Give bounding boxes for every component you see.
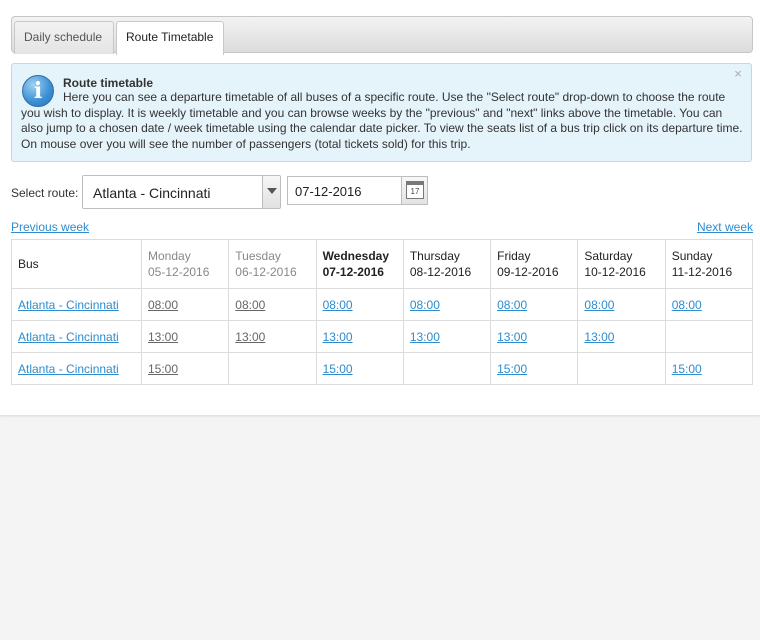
bus-cell: Atlanta - Cincinnati: [11, 288, 142, 321]
time-cell: 13:00: [315, 320, 404, 353]
departure-time-link[interactable]: 15:00: [672, 362, 702, 376]
time-cell: 13:00: [402, 320, 492, 353]
day-date: 07-12-2016: [322, 265, 384, 279]
day-name: Friday: [497, 249, 531, 263]
time-cell: 13:00: [140, 320, 230, 353]
day-date: 09-12-2016: [497, 265, 559, 279]
bus-cell: Atlanta - Cincinnati: [11, 352, 142, 385]
route-select-value: Atlanta - Cincinnati: [93, 185, 211, 201]
departure-time-link[interactable]: 08:00: [148, 298, 178, 312]
bus-route-link[interactable]: Atlanta - Cincinnati: [18, 362, 119, 376]
next-week-link[interactable]: Next week: [697, 220, 753, 234]
date-input-value: 07-12-2016: [295, 184, 362, 199]
departure-time-link[interactable]: 15:00: [148, 362, 178, 376]
departure-time-link[interactable]: 13:00: [584, 330, 614, 344]
previous-week-link[interactable]: Previous week: [11, 220, 89, 234]
day-name: Wednesday: [322, 249, 390, 263]
departure-time-link[interactable]: 08:00: [584, 298, 614, 312]
table-header-row: Bus Monday 05-12-2016 Tuesday 06-12-2016 Wed…: [11, 239, 754, 289]
time-cell: 13:00: [228, 320, 317, 353]
day-name: Sunday: [671, 249, 713, 263]
departure-time-link[interactable]: 08:00: [235, 298, 265, 312]
column-header-day: Thursday 08-12-2016: [402, 239, 492, 289]
bus-route-link[interactable]: Atlanta - Cincinnati: [18, 298, 119, 312]
departure-time-link[interactable]: 13:00: [235, 330, 265, 344]
departure-time-link[interactable]: 15:00: [323, 362, 353, 376]
column-header-day: Friday 09-12-2016: [490, 239, 579, 289]
time-cell: [228, 352, 317, 385]
time-cell: 15:00: [315, 352, 404, 385]
main-panel: Daily schedule Route Timetable i Route t…: [0, 0, 760, 416]
departure-time-link[interactable]: 08:00: [672, 298, 702, 312]
time-cell: 08:00: [315, 288, 404, 321]
time-cell: 15:00: [664, 352, 754, 385]
column-header-day: Tuesday 06-12-2016: [228, 239, 317, 289]
time-cell: 08:00: [140, 288, 230, 321]
timetable: Bus Monday 05-12-2016 Tuesday 06-12-2016 Wed…: [11, 239, 754, 385]
departure-time-link[interactable]: 13:00: [497, 330, 527, 344]
column-header-day: Wednesday 07-12-2016: [315, 239, 404, 289]
calendar-button[interactable]: 17: [401, 176, 428, 205]
info-title: Route timetable: [63, 76, 154, 90]
day-date: 10-12-2016: [584, 265, 646, 279]
time-cell: 15:00: [140, 352, 230, 385]
tab-bar: Daily schedule Route Timetable: [11, 16, 753, 55]
calendar-icon: 17: [406, 181, 424, 199]
time-cell: 08:00: [664, 288, 754, 321]
day-date: 08-12-2016: [409, 265, 472, 279]
column-header-day: Monday 05-12-2016: [140, 239, 230, 289]
time-cell: [402, 352, 492, 385]
route-select[interactable]: Atlanta - Cincinnati: [82, 175, 281, 209]
table-row: Atlanta - Cincinnati 15:00 15:00 15:00 15:00: [11, 352, 754, 385]
departure-time-link[interactable]: 13:00: [148, 330, 178, 344]
departure-time-link[interactable]: 08:00: [497, 298, 527, 312]
column-header-day: Sunday 11-12-2016: [664, 239, 754, 289]
time-cell: 13:00: [577, 320, 666, 353]
tab-route-timetable[interactable]: Route Timetable: [116, 21, 224, 55]
day-name: Saturday: [584, 249, 633, 263]
column-header-day: Saturday 10-12-2016: [577, 239, 666, 289]
time-cell: 08:00: [490, 288, 579, 321]
day-name: Monday: [148, 249, 191, 263]
time-cell: 13:00: [490, 320, 579, 353]
departure-time-link[interactable]: 15:00: [497, 362, 527, 376]
departure-time-link[interactable]: 13:00: [410, 330, 440, 344]
time-cell: 08:00: [577, 288, 666, 321]
time-cell: [577, 352, 666, 385]
day-name: Thursday: [409, 249, 460, 263]
bus-cell: Atlanta - Cincinnati: [11, 320, 142, 353]
time-cell: 08:00: [228, 288, 317, 321]
chevron-down-icon[interactable]: [262, 176, 280, 208]
day-date: 05-12-2016: [148, 265, 210, 279]
time-cell: 15:00: [490, 352, 579, 385]
departure-time-link[interactable]: 08:00: [410, 298, 440, 312]
time-cell: 08:00: [402, 288, 492, 321]
day-date: 06-12-2016: [235, 265, 297, 279]
departure-time-link[interactable]: 08:00: [323, 298, 353, 312]
time-cell: [664, 320, 754, 353]
day-date: 11-12-2016: [671, 265, 733, 279]
day-name: Tuesday: [235, 249, 281, 263]
table-row: Atlanta - Cincinnati 13:00 13:00 13:00 13:00…: [11, 320, 754, 353]
info-box: i Route timetable Here you can see a dep…: [11, 63, 752, 162]
column-header-bus: Bus: [11, 239, 142, 289]
tab-daily-schedule[interactable]: Daily schedule: [14, 21, 114, 54]
select-route-label: Select route:: [11, 186, 79, 200]
bus-route-link[interactable]: Atlanta - Cincinnati: [18, 330, 119, 344]
departure-time-link[interactable]: 13:00: [323, 330, 353, 344]
info-text: Here you can see a departure timetable o…: [21, 90, 743, 151]
table-row: Atlanta - Cincinnati 08:00 08:00 08:00 08:00…: [11, 288, 754, 321]
close-icon[interactable]: ×: [732, 67, 744, 80]
date-input[interactable]: 07-12-2016: [287, 176, 402, 205]
